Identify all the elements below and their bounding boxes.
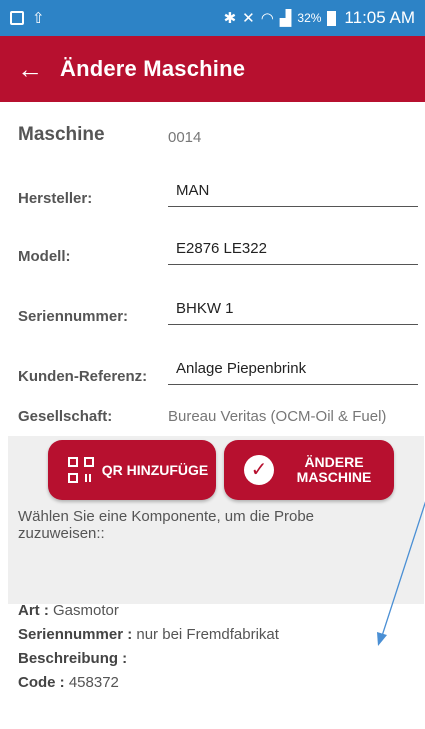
machine-number: 0014 bbox=[168, 129, 202, 146]
component-serial-value: nur bei Fremdfabrikat bbox=[136, 626, 279, 643]
upload-icon: ⇧ bbox=[32, 10, 45, 27]
model-label: Modell: bbox=[18, 248, 71, 265]
signal-icon: ▟ bbox=[279, 10, 292, 27]
customer-ref-row: Kunden-Referenz: Anlage Piepenbrink bbox=[18, 360, 418, 385]
battery-percent: 32% bbox=[297, 11, 322, 25]
component-code-label: Code : bbox=[18, 674, 65, 691]
add-qr-label: QR HINZUFÜGE bbox=[101, 461, 209, 478]
serial-label: Seriennummer: bbox=[18, 308, 129, 325]
component-type[interactable]: Art : Gasmotor bbox=[18, 602, 119, 619]
component-type-label: Art : bbox=[18, 602, 49, 619]
manufacturer-row: Hersteller: MAN bbox=[18, 182, 418, 207]
mute-icon: ✕ bbox=[242, 10, 255, 27]
company-row: Gesellschaft: Bureau Veritas (OCM-Oil & … bbox=[18, 408, 418, 425]
customer-ref-label: Kunden-Referenz: bbox=[18, 368, 148, 385]
bluetooth-icon: ✱ bbox=[223, 10, 237, 27]
manufacturer-label: Hersteller: bbox=[18, 190, 93, 207]
machine-row: Maschine 0014 bbox=[18, 124, 418, 146]
wifi-icon: ◠ bbox=[260, 10, 274, 27]
serial-row: Seriennummer: BHKW 1 bbox=[18, 300, 418, 325]
qr-code-icon bbox=[68, 457, 94, 483]
content: Maschine 0014 Hersteller: MAN Modell: E2… bbox=[8, 102, 424, 729]
back-arrow-icon[interactable]: ← bbox=[0, 54, 60, 85]
add-qr-button[interactable]: QR HINZUFÜGE bbox=[48, 440, 216, 500]
app-bar: ← Ändere Maschine bbox=[0, 36, 425, 102]
clock: 11:05 AM bbox=[344, 8, 415, 27]
manufacturer-value: MAN bbox=[176, 182, 210, 199]
status-right-icons: ✱ ✕ ◠ ▟ 32% 11:05 AM bbox=[224, 8, 415, 28]
component-serial-label: Seriennummer : bbox=[18, 626, 133, 643]
serial-value: BHKW 1 bbox=[176, 300, 234, 317]
manufacturer-field[interactable]: MAN bbox=[168, 182, 418, 207]
component-type-value: Gasmotor bbox=[53, 602, 119, 619]
gallery-icon bbox=[10, 11, 24, 25]
status-bar: ⇧ ✱ ✕ ◠ ▟ 32% 11:05 AM bbox=[0, 0, 425, 36]
customer-ref-value: Anlage Piepenbrink bbox=[176, 360, 307, 377]
change-machine-button[interactable]: ✓ ÄNDERE MASCHINE bbox=[224, 440, 394, 500]
company-value: Bureau Veritas (OCM-Oil & Fuel) bbox=[168, 408, 387, 425]
page-title: Ändere Maschine bbox=[60, 56, 246, 81]
component-serial[interactable]: Seriennummer : nur bei Fremdfabrikat bbox=[18, 626, 279, 643]
model-value: E2876 LE322 bbox=[176, 240, 267, 257]
change-machine-label: ÄNDERE MASCHINE bbox=[296, 454, 372, 485]
model-field[interactable]: E2876 LE322 bbox=[168, 240, 418, 265]
checkmark-icon: ✓ bbox=[244, 455, 274, 485]
component-description-label: Beschreibung : bbox=[18, 650, 128, 667]
serial-field[interactable]: BHKW 1 bbox=[168, 300, 418, 325]
model-row: Modell: E2876 LE322 bbox=[18, 240, 418, 265]
customer-ref-field[interactable]: Anlage Piepenbrink bbox=[168, 360, 418, 385]
component-description[interactable]: Beschreibung : bbox=[18, 650, 127, 667]
component-code-value: 458372 bbox=[68, 674, 119, 691]
status-left-icons: ⇧ bbox=[10, 9, 45, 27]
battery-icon bbox=[327, 10, 337, 26]
company-label: Gesellschaft: bbox=[18, 408, 113, 425]
component-hint: Wählen Sie eine Komponente, um die Probe… bbox=[18, 508, 315, 542]
component-code[interactable]: Code : 458372 bbox=[18, 674, 119, 691]
machine-label: Maschine bbox=[18, 124, 105, 145]
